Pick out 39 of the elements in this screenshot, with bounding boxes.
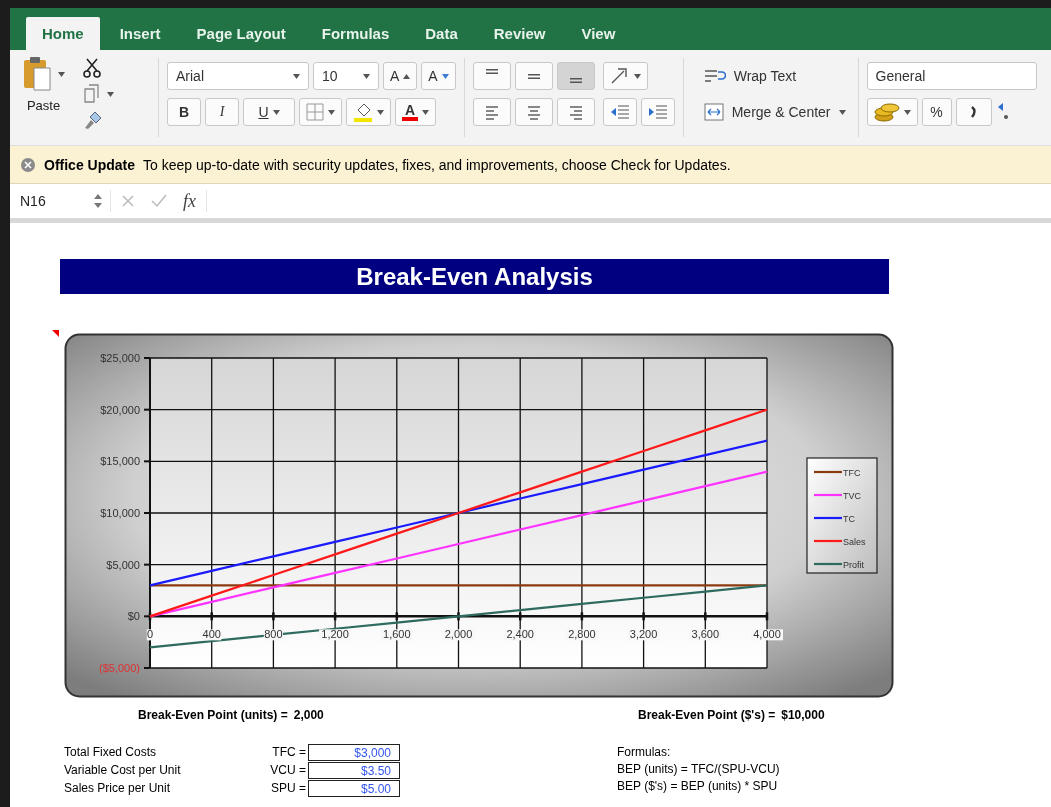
legend-label: Sales: [843, 537, 866, 547]
legend-label: TFC: [843, 468, 861, 478]
legend-label: TVC: [843, 491, 861, 501]
input-label: Sales Price per Unit: [64, 780, 172, 797]
axis-label: $15,000: [100, 455, 140, 468]
axis-label: $25,000: [100, 352, 140, 364]
axis-label: ($5,000): [99, 662, 140, 674]
input-label: Total Fixed Costs: [64, 744, 158, 761]
axis-label: $10,000: [100, 507, 140, 519]
result-label: Break-Even Point ($'s) =: [638, 708, 776, 722]
formula-text: Formulas:: [617, 744, 672, 760]
axis-label: 400: [202, 628, 221, 641]
axis-label: 3,600: [691, 628, 720, 641]
axis-label: 3,200: [629, 628, 658, 641]
result-value: 2,000: [293, 708, 324, 722]
axis-label: $0: [127, 610, 140, 623]
axis-label: 2,400: [506, 628, 534, 641]
axis-label: 1,200: [321, 628, 349, 641]
variable-label: SPU =: [270, 780, 307, 797]
variable-label: VCU =: [269, 762, 307, 779]
legend-label: TC: [843, 514, 855, 524]
result-label: Break-Even Point (units) =: [138, 708, 288, 722]
formula-text: BEP ($'s) = BEP (units) * SPU: [617, 778, 779, 794]
axis-label: 800: [264, 628, 283, 641]
sheet-title: Break-Even Analysis: [60, 259, 889, 294]
axis-label: 4,000: [753, 628, 781, 641]
axis-label: 1,600: [383, 628, 411, 641]
message-title: Office Update: [44, 156, 135, 173]
axis-label: 2,800: [568, 628, 596, 641]
axis-label: $5,000: [106, 558, 140, 571]
variable-label: TFC =: [271, 744, 307, 761]
formula-text: BEP (units) = TFC/(SPU-VCU): [617, 761, 780, 777]
message-text: To keep up-to-date with security updates, fixes, and improvements, choose Check for Updates.: [143, 156, 731, 173]
legend-label: Profit: [843, 560, 864, 570]
axis-label: $20,000: [100, 403, 140, 416]
input-label: Variable Cost per Unit: [64, 762, 182, 779]
result-value: $10,000: [781, 708, 825, 722]
axis-label: 2,000: [444, 628, 473, 641]
axis-label: 0: [146, 628, 154, 641]
